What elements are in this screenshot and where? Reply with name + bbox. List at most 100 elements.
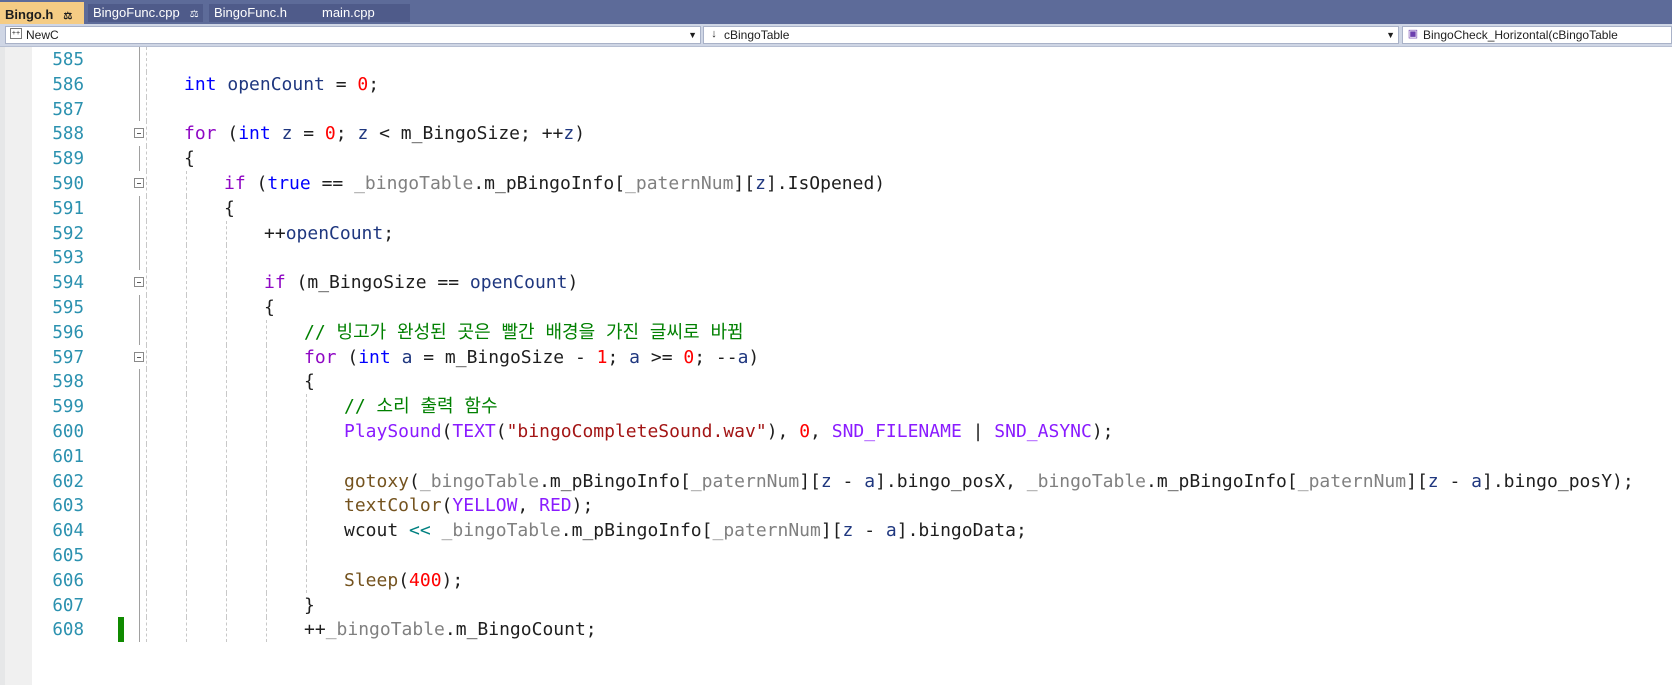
code-token: ;: [607, 346, 630, 368]
indent-guide: [266, 518, 267, 543]
tab-bingofunc-h[interactable]: BingoFunc.h: [209, 4, 317, 22]
scope-dropdown[interactable]: ↓ cBingoTable ▼: [703, 26, 1399, 44]
code-token: ].bingo_posY);: [1482, 470, 1634, 492]
indent-guide: [266, 344, 267, 370]
code-line[interactable]: 591 {: [0, 195, 1672, 223]
code-token: for: [304, 346, 337, 368]
code-text[interactable]: // 빙고가 완성된 곳은 빨간 배경을 가진 글씨로 바뀜: [304, 320, 744, 347]
indent-guide: [186, 344, 187, 370]
code-token: _paternNum: [625, 173, 734, 194]
code-line[interactable]: 600 PlaySound(TEXT("bingoCompleteSound.wa…: [0, 419, 1672, 446]
collapse-toggle-icon[interactable]: [134, 277, 144, 288]
code-text[interactable]: }: [304, 593, 315, 620]
indent-guide: [226, 493, 227, 519]
collapse-toggle-icon[interactable]: [134, 128, 144, 139]
code-text[interactable]: if (true == _bingoTable.m_pBingoInfo[_pa…: [224, 171, 885, 198]
indent-guide: [186, 617, 187, 643]
chevron-down-icon[interactable]: ▼: [1386, 27, 1395, 43]
code-token: for: [184, 123, 217, 145]
code-token: );: [441, 569, 464, 591]
code-token: -: [853, 520, 886, 542]
code-line[interactable]: 604 wcout << _bingoTable.m_pBingoInfo[_pa…: [0, 518, 1672, 545]
tab-bingo-h[interactable]: Bingo.h ⚖: [0, 2, 84, 24]
code-line[interactable]: 592 ++openCount;: [0, 220, 1672, 248]
code-text[interactable]: Sleep(400);: [344, 568, 463, 595]
code-line[interactable]: 597 for (int a = m_BingoSize - 1; a >= 0;…: [0, 344, 1672, 372]
code-line[interactable]: 586 int openCount = 0;: [0, 71, 1672, 99]
member-dropdown[interactable]: ▣ BingoCheck_Horizontal(cBingoTable: [1402, 26, 1672, 44]
code-token: z: [820, 470, 832, 492]
code-token: ][: [820, 520, 843, 542]
code-text[interactable]: {: [184, 146, 195, 173]
code-line[interactable]: 599 // 소리 출력 함수: [0, 394, 1672, 421]
code-text[interactable]: wcout << _bingoTable.m_pBingoInfo[_pater…: [344, 518, 1027, 545]
code-token: ,: [517, 495, 540, 517]
code-line[interactable]: 605: [0, 543, 1672, 570]
line-number: 602: [52, 471, 84, 492]
indent-guide: [186, 195, 187, 221]
code-token: < m_BingoSize; ++: [368, 123, 564, 145]
code-text[interactable]: {: [264, 295, 275, 322]
indent-guide: [146, 592, 147, 618]
code-text[interactable]: ++_bingoTable.m_BingoCount;: [304, 617, 597, 644]
code-line[interactable]: 587: [0, 96, 1672, 124]
code-text[interactable]: int openCount = 0;: [184, 72, 379, 99]
project-dropdown[interactable]: ++ NewC ▼: [5, 26, 701, 44]
indent-guide: [146, 567, 147, 593]
tab-main-cpp[interactable]: main.cpp: [317, 4, 410, 22]
code-text[interactable]: {: [304, 369, 315, 396]
code-token: ;: [383, 222, 395, 244]
code-token: openCount: [227, 73, 325, 95]
pin-icon[interactable]: ⚖: [190, 6, 199, 22]
code-line[interactable]: 595 {: [0, 295, 1672, 322]
line-number: 591: [52, 198, 84, 219]
outline-line: [139, 443, 140, 469]
code-text[interactable]: if (m_BingoSize == openCount): [264, 270, 578, 297]
code-line[interactable]: 585: [0, 47, 1672, 74]
indent-guide: [186, 543, 187, 568]
code-token: {: [224, 197, 235, 219]
code-token: Sleep: [344, 569, 399, 591]
method-icon: ▣: [1407, 28, 1419, 40]
code-line[interactable]: 601: [0, 443, 1672, 471]
pin-icon[interactable]: ⚖: [63, 6, 72, 24]
code-text[interactable]: gotoxy(_bingoTable.m_pBingoInfo[_paternN…: [344, 469, 1634, 496]
code-line[interactable]: 590 if (true == _bingoTable.m_pBingoInfo[…: [0, 171, 1672, 198]
code-text[interactable]: ++openCount;: [264, 221, 394, 248]
code-token: .m_BingoCount;: [444, 619, 597, 641]
navigation-bar: ++ NewC ▼ ↓ cBingoTable ▼ ▣ BingoCheck_Hori…: [0, 24, 1672, 47]
outline-line: [139, 220, 140, 246]
code-token: a: [864, 470, 876, 492]
code-token: a: [885, 520, 897, 542]
indent-guide: [226, 617, 227, 643]
code-line[interactable]: 593: [0, 245, 1672, 272]
code-line[interactable]: 596 // 빙고가 완성된 곳은 빨간 배경을 가진 글씨로 바뀜: [0, 319, 1672, 347]
code-text[interactable]: for (int z = 0; z < m_BingoSize; ++z): [184, 121, 585, 148]
code-token: (: [495, 421, 507, 442]
code-line[interactable]: 594 if (m_BingoSize == openCount): [0, 270, 1672, 297]
code-line[interactable]: 607}: [0, 592, 1672, 620]
code-line[interactable]: 603 textColor(YELLOW, RED);: [0, 493, 1672, 520]
code-text[interactable]: for (int a = m_BingoSize - 1; a >= 0; --…: [304, 345, 759, 372]
code-text[interactable]: PlaySound(TEXT("bingoCompleteSound.wav")…: [344, 419, 1114, 446]
code-line[interactable]: 606 Sleep(400);: [0, 567, 1672, 595]
code-token: // 빙고가 완성된 곳은 빨간 배경을 가진 글씨로 바뀜: [304, 321, 744, 343]
code-editor[interactable]: 585 586 int openCount = 0; 587 588 for (int z…: [0, 47, 1672, 685]
code-line[interactable]: 598 {: [0, 369, 1672, 396]
code-line[interactable]: 602 gotoxy(_bingoTable.m_pBingoInfo[_pate…: [0, 468, 1672, 496]
collapse-toggle-icon[interactable]: [134, 178, 144, 188]
code-text[interactable]: {: [224, 196, 235, 223]
chevron-down-icon[interactable]: ▼: [688, 27, 697, 43]
code-token: ++: [304, 619, 326, 641]
code-text[interactable]: textColor(YELLOW, RED);: [344, 493, 593, 520]
code-line[interactable]: 608 ++_bingoTable.m_BingoCount;: [0, 617, 1672, 644]
code-text[interactable]: // 소리 출력 함수: [344, 394, 498, 421]
indent-guide: [306, 443, 307, 469]
code-line[interactable]: 588 for (int z = 0; z < m_BingoSize; ++z): [0, 121, 1672, 148]
tab-bingofunc-cpp[interactable]: BingoFunc.cpp ⚖: [88, 4, 203, 22]
indent-guide: [146, 47, 147, 72]
collapse-toggle-icon[interactable]: [134, 351, 144, 362]
code-token: _bingoTable: [1026, 470, 1147, 492]
code-line[interactable]: 589 {: [0, 146, 1672, 173]
